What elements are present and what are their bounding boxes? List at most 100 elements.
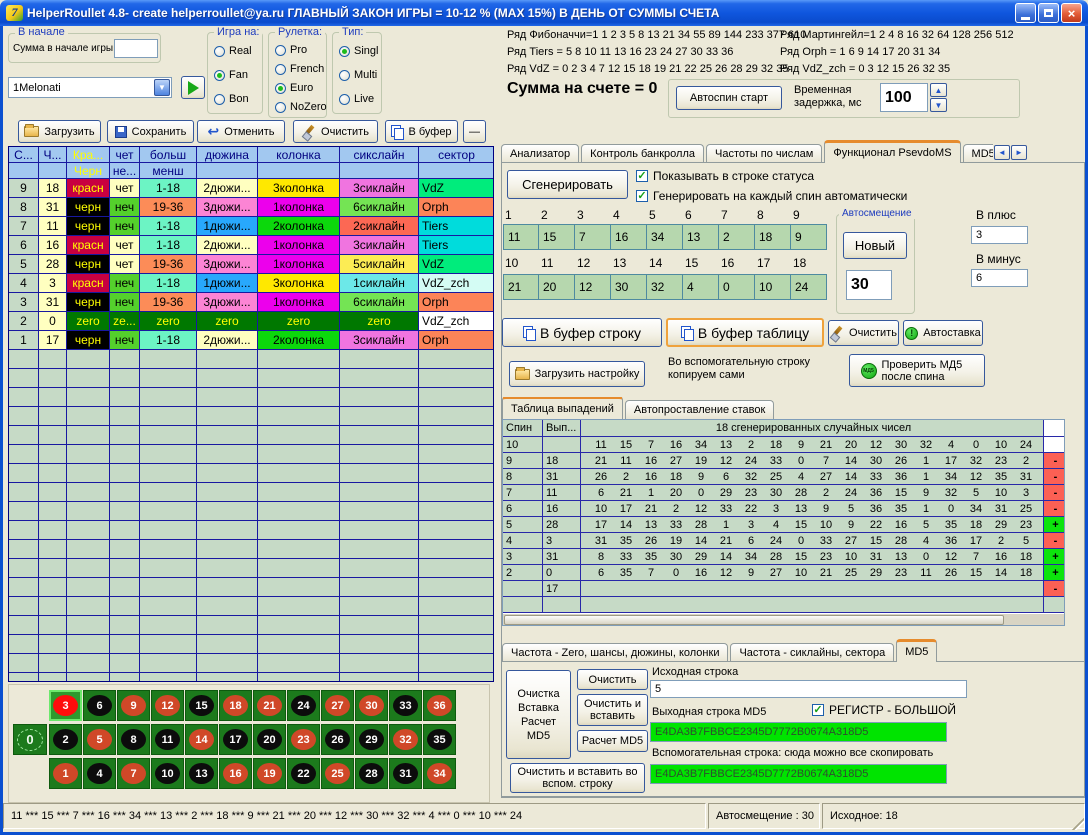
- toolbar-undo-button[interactable]: ↩Отменить: [197, 120, 285, 143]
- board-number-9[interactable]: 9: [117, 690, 150, 721]
- tab-автопроставление-ставок[interactable]: Автопроставление ставок: [625, 400, 774, 419]
- board-number-3[interactable]: 3: [49, 690, 82, 721]
- resize-grip[interactable]: [1072, 818, 1084, 830]
- board-number-33[interactable]: 33: [389, 690, 422, 721]
- board-number-28[interactable]: 28: [355, 758, 388, 789]
- grid-cell[interactable]: 12: [575, 274, 611, 300]
- grid-cell[interactable]: 30: [611, 274, 647, 300]
- board-number-36[interactable]: 36: [423, 690, 456, 721]
- board-number-17[interactable]: 17: [219, 724, 252, 755]
- check-generate-every-spin[interactable]: ✓Генерировать на каждый спин автоматичес…: [636, 189, 907, 203]
- board-number-8[interactable]: 8: [117, 724, 150, 755]
- md5-clear-paste-aux-button[interactable]: Очистить и вставить во вспом. строку: [510, 763, 645, 793]
- radio-live[interactable]: Live: [339, 93, 374, 105]
- md5-calc-button[interactable]: Расчет MD5: [577, 730, 648, 752]
- board-number-6[interactable]: 6: [83, 690, 116, 721]
- new-button[interactable]: Новый: [843, 232, 907, 259]
- md5-big-button[interactable]: Очистка Вставка Расчет MD5: [506, 670, 571, 759]
- board-number-16[interactable]: 16: [219, 758, 252, 789]
- scrollbar-thumb[interactable]: [504, 615, 1004, 625]
- tab-таблица-выпадений[interactable]: Таблица выпадений: [502, 397, 623, 419]
- autospin-button[interactable]: Автоспин старт: [676, 86, 782, 110]
- delay-value[interactable]: 100: [880, 83, 928, 112]
- board-number-13[interactable]: 13: [185, 758, 218, 789]
- board-number-12[interactable]: 12: [151, 690, 184, 721]
- md5-clear-paste-button[interactable]: Очистить и вставить: [577, 694, 648, 726]
- toolbar-save-button[interactable]: Сохранить: [107, 120, 194, 143]
- generate-button[interactable]: Сгенерировать: [507, 170, 628, 199]
- grid-cell[interactable]: 16: [611, 224, 647, 250]
- board-number-24[interactable]: 24: [287, 690, 320, 721]
- load-settings-button[interactable]: Загрузить настройку: [509, 361, 645, 387]
- grid-cell[interactable]: 24: [791, 274, 827, 300]
- uppercase-checkbox[interactable]: ✓РЕГИСТР - БОЛЬШОЙ: [812, 703, 956, 717]
- tab-контроль-банкролла[interactable]: Контроль банкролла: [581, 144, 704, 163]
- grid-cell[interactable]: 2: [719, 224, 755, 250]
- board-number-25[interactable]: 25: [321, 758, 354, 789]
- radio-singl[interactable]: Singl: [339, 45, 378, 57]
- clear-button[interactable]: Очистить: [828, 320, 899, 346]
- tabs-scroll-left-button[interactable]: ◄: [994, 145, 1010, 160]
- board-number-35[interactable]: 35: [423, 724, 456, 755]
- radio-bon[interactable]: Bon: [214, 93, 249, 105]
- radio-nozero[interactable]: NoZero: [275, 101, 327, 113]
- board-number-23[interactable]: 23: [287, 724, 320, 755]
- tabs-scroll-right-button[interactable]: ►: [1011, 145, 1027, 160]
- spin-table-hscrollbar[interactable]: [503, 613, 1064, 625]
- board-number-5[interactable]: 5: [83, 724, 116, 755]
- grid-cell[interactable]: 7: [575, 224, 611, 250]
- board-number-30[interactable]: 30: [355, 690, 388, 721]
- source-string-input[interactable]: 5: [650, 680, 967, 698]
- tab-функционал-psevdoms[interactable]: Функционал PsevdoMS: [824, 140, 960, 163]
- aux-string-field[interactable]: E4DA3B7FBBCE2345D7772B0674A318D5: [650, 764, 947, 784]
- maximize-button[interactable]: [1038, 3, 1059, 23]
- tab-частоты-по-числам[interactable]: Частоты по числам: [706, 144, 822, 163]
- board-number-21[interactable]: 21: [253, 690, 286, 721]
- radio-french[interactable]: French: [275, 63, 324, 75]
- autoshift-value[interactable]: 30: [846, 270, 892, 300]
- board-number-0[interactable]: 0: [13, 724, 47, 755]
- board-number-7[interactable]: 7: [117, 758, 150, 789]
- board-number-26[interactable]: 26: [321, 724, 354, 755]
- delay-up-button[interactable]: ▲: [930, 83, 947, 97]
- close-button[interactable]: ×: [1061, 3, 1082, 23]
- radio-euro[interactable]: Euro: [275, 82, 313, 94]
- grid-cell[interactable]: 9: [791, 224, 827, 250]
- copy-table-button[interactable]: В буфер таблицу: [666, 318, 824, 347]
- board-number-34[interactable]: 34: [423, 758, 456, 789]
- grid-cell[interactable]: 20: [539, 274, 575, 300]
- history-table[interactable]: С...Ч...Кра...четбольшдюжинаколонкасиксл…: [8, 146, 494, 682]
- board-number-14[interactable]: 14: [185, 724, 218, 755]
- spin-table[interactable]: СпинВып...18 сгенерированных случайных ч…: [502, 419, 1065, 626]
- delay-down-button[interactable]: ▼: [930, 98, 947, 112]
- combo-arrow-icon[interactable]: ▼: [154, 79, 170, 96]
- plus-input[interactable]: 3: [971, 226, 1028, 244]
- tab-анализатор[interactable]: Анализатор: [501, 144, 579, 163]
- radio-pro[interactable]: Pro: [275, 44, 307, 56]
- grid-cell[interactable]: 0: [719, 274, 755, 300]
- board-number-20[interactable]: 20: [253, 724, 286, 755]
- tab-частота-сиклайны-сектора[interactable]: Частота - сиклайны, сектора: [730, 643, 894, 662]
- tab-частота-zero-шансы-дюжины-колонки[interactable]: Частота - Zero, шансы, дюжины, колонки: [502, 643, 728, 662]
- toolbar-folder-open-button[interactable]: Загрузить: [18, 120, 101, 143]
- grid-cell[interactable]: 21: [503, 274, 539, 300]
- grid-cell[interactable]: 15: [539, 224, 575, 250]
- minimize-button[interactable]: [1015, 3, 1036, 23]
- check-show-status[interactable]: ✓Показывать в строке статуса: [636, 169, 814, 183]
- toolbar-brush-button[interactable]: Очистить: [293, 120, 378, 143]
- board-number-18[interactable]: 18: [219, 690, 252, 721]
- board-number-19[interactable]: 19: [253, 758, 286, 789]
- start-sum-input[interactable]: [114, 39, 158, 58]
- check-md5-button[interactable]: МД5Проверить МД5 после спина: [849, 354, 985, 387]
- board-number-15[interactable]: 15: [185, 690, 218, 721]
- board-number-2[interactable]: 2: [49, 724, 82, 755]
- radio-real[interactable]: Real: [214, 45, 252, 57]
- run-button[interactable]: [181, 76, 205, 99]
- tab-md5[interactable]: MD5: [896, 639, 937, 662]
- board-number-10[interactable]: 10: [151, 758, 184, 789]
- board-number-22[interactable]: 22: [287, 758, 320, 789]
- board-number-31[interactable]: 31: [389, 758, 422, 789]
- tab-md5[interactable]: MD5: [963, 144, 993, 163]
- profile-combobox[interactable]: 1Melonati ▼: [8, 77, 172, 98]
- grid-cell[interactable]: 10: [755, 274, 791, 300]
